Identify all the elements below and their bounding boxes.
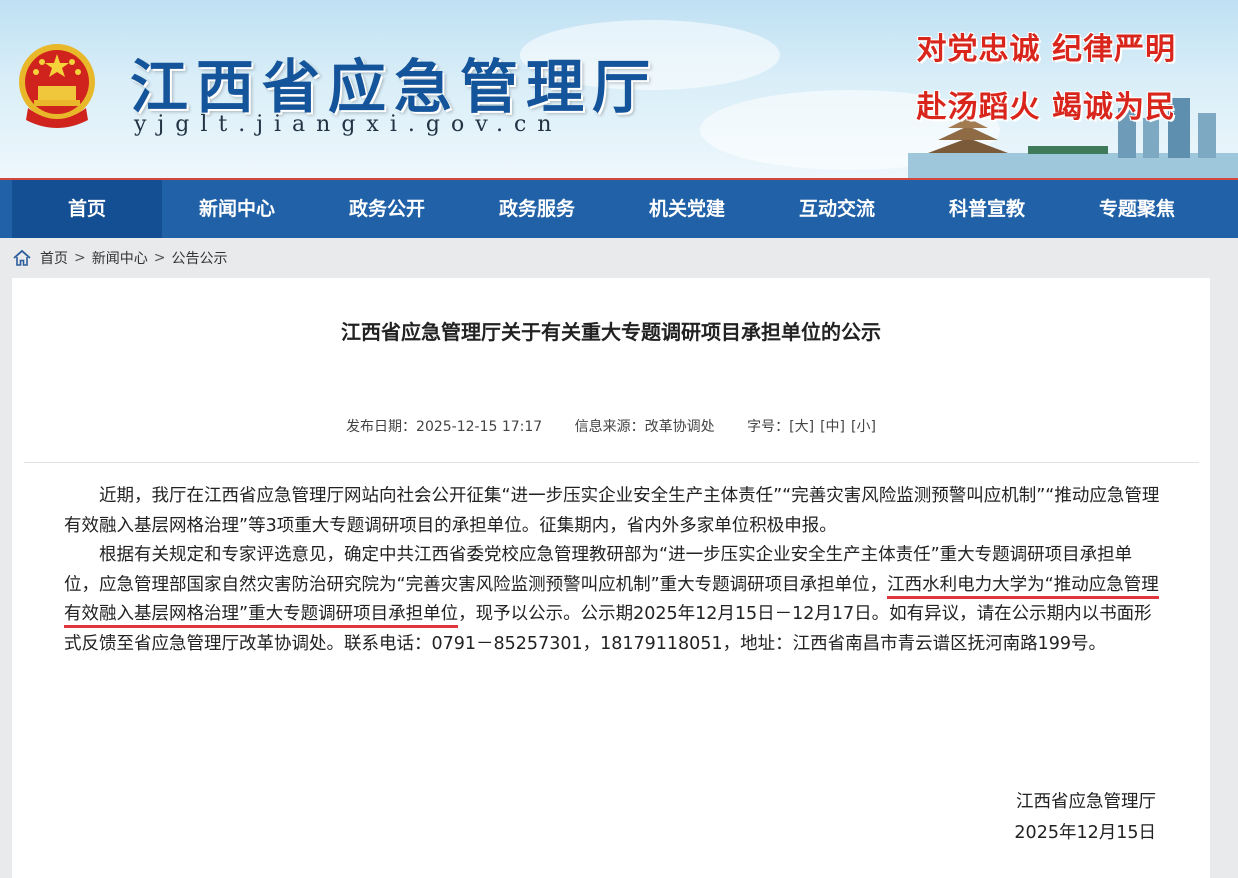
nav-science-education[interactable]: 科普宣教: [912, 180, 1062, 238]
nav-party-building[interactable]: 机关党建: [612, 180, 762, 238]
info-source-value: 改革协调处: [644, 419, 715, 435]
font-size-controls: 字号：[大] [中] [小]: [747, 419, 876, 435]
paragraph-2: 根据有关规定和专家评选意见，确定中共江西省委党校应急管理教研部为“进一步压实企业…: [64, 541, 1164, 659]
home-icon[interactable]: [12, 248, 32, 268]
breadcrumb-home[interactable]: 首页: [40, 248, 68, 268]
nav-government-affairs[interactable]: 政务公开: [312, 180, 462, 238]
publish-date-value: 2025-12-15 17:17: [416, 419, 543, 435]
signature-organization: 江西省应急管理厅: [1016, 792, 1156, 812]
nav-government-services[interactable]: 政务服务: [462, 180, 612, 238]
breadcrumb-separator: >: [153, 250, 166, 266]
nav-home[interactable]: 首页: [12, 180, 162, 238]
site-domain: yjglt.jiangxi.gov.cn: [134, 112, 563, 137]
info-source: 信息来源：改革协调处: [575, 419, 715, 435]
font-size-large-button[interactable]: [大]: [789, 419, 814, 435]
font-size-medium-button[interactable]: [中]: [820, 419, 845, 435]
main-nav: 首页 新闻中心 政务公开 政务服务 机关党建 互动交流 科普宣教 专题聚焦: [0, 178, 1238, 238]
meta-divider: [24, 462, 1199, 463]
article-meta: 发布日期：2025-12-15 17:17 信息来源：改革协调处 字号：[大] […: [12, 416, 1210, 436]
publish-date-label: 发布日期：: [346, 419, 417, 435]
slogan-loyalty: 对党忠诚 纪律严明: [916, 32, 1176, 67]
font-size-label: 字号：: [747, 419, 790, 435]
site-header: 江西省应急管理厅 yjglt.jiangxi.gov.cn 对党忠诚 纪律严明 …: [0, 0, 1238, 178]
national-emblem-icon: [19, 44, 95, 128]
breadcrumb-separator: >: [74, 250, 86, 266]
paragraph-1: 近期，我厅在江西省应急管理厅网站向社会公开征集“进一步压实企业安全生产主体责任”…: [64, 486, 1160, 536]
slogan-service: 赴汤蹈火 竭诚为民: [916, 90, 1176, 125]
breadcrumb-news-center[interactable]: 新闻中心: [92, 248, 148, 268]
article-body: 近期，我厅在江西省应急管理厅网站向社会公开征集“进一步压实企业安全生产主体责任”…: [64, 482, 1164, 659]
publish-date: 发布日期：2025-12-15 17:17: [346, 419, 542, 435]
article-title: 江西省应急管理厅关于有关重大专题调研项目承担单位的公示: [341, 320, 881, 344]
signature-date: 2025年12月15日: [1014, 823, 1156, 843]
article-card: 江西省应急管理厅关于有关重大专题调研项目承担单位的公示 发布日期：2025-12…: [12, 278, 1210, 878]
font-size-small-button[interactable]: [小]: [851, 419, 876, 435]
breadcrumb: 首页 > 新闻中心 > 公告公示: [0, 240, 1238, 276]
breadcrumb-announcements[interactable]: 公告公示: [171, 248, 227, 268]
info-source-label: 信息来源：: [574, 419, 645, 435]
nav-special-topics[interactable]: 专题聚焦: [1062, 180, 1212, 238]
nav-news-center[interactable]: 新闻中心: [162, 180, 312, 238]
nav-interaction[interactable]: 互动交流: [762, 180, 912, 238]
